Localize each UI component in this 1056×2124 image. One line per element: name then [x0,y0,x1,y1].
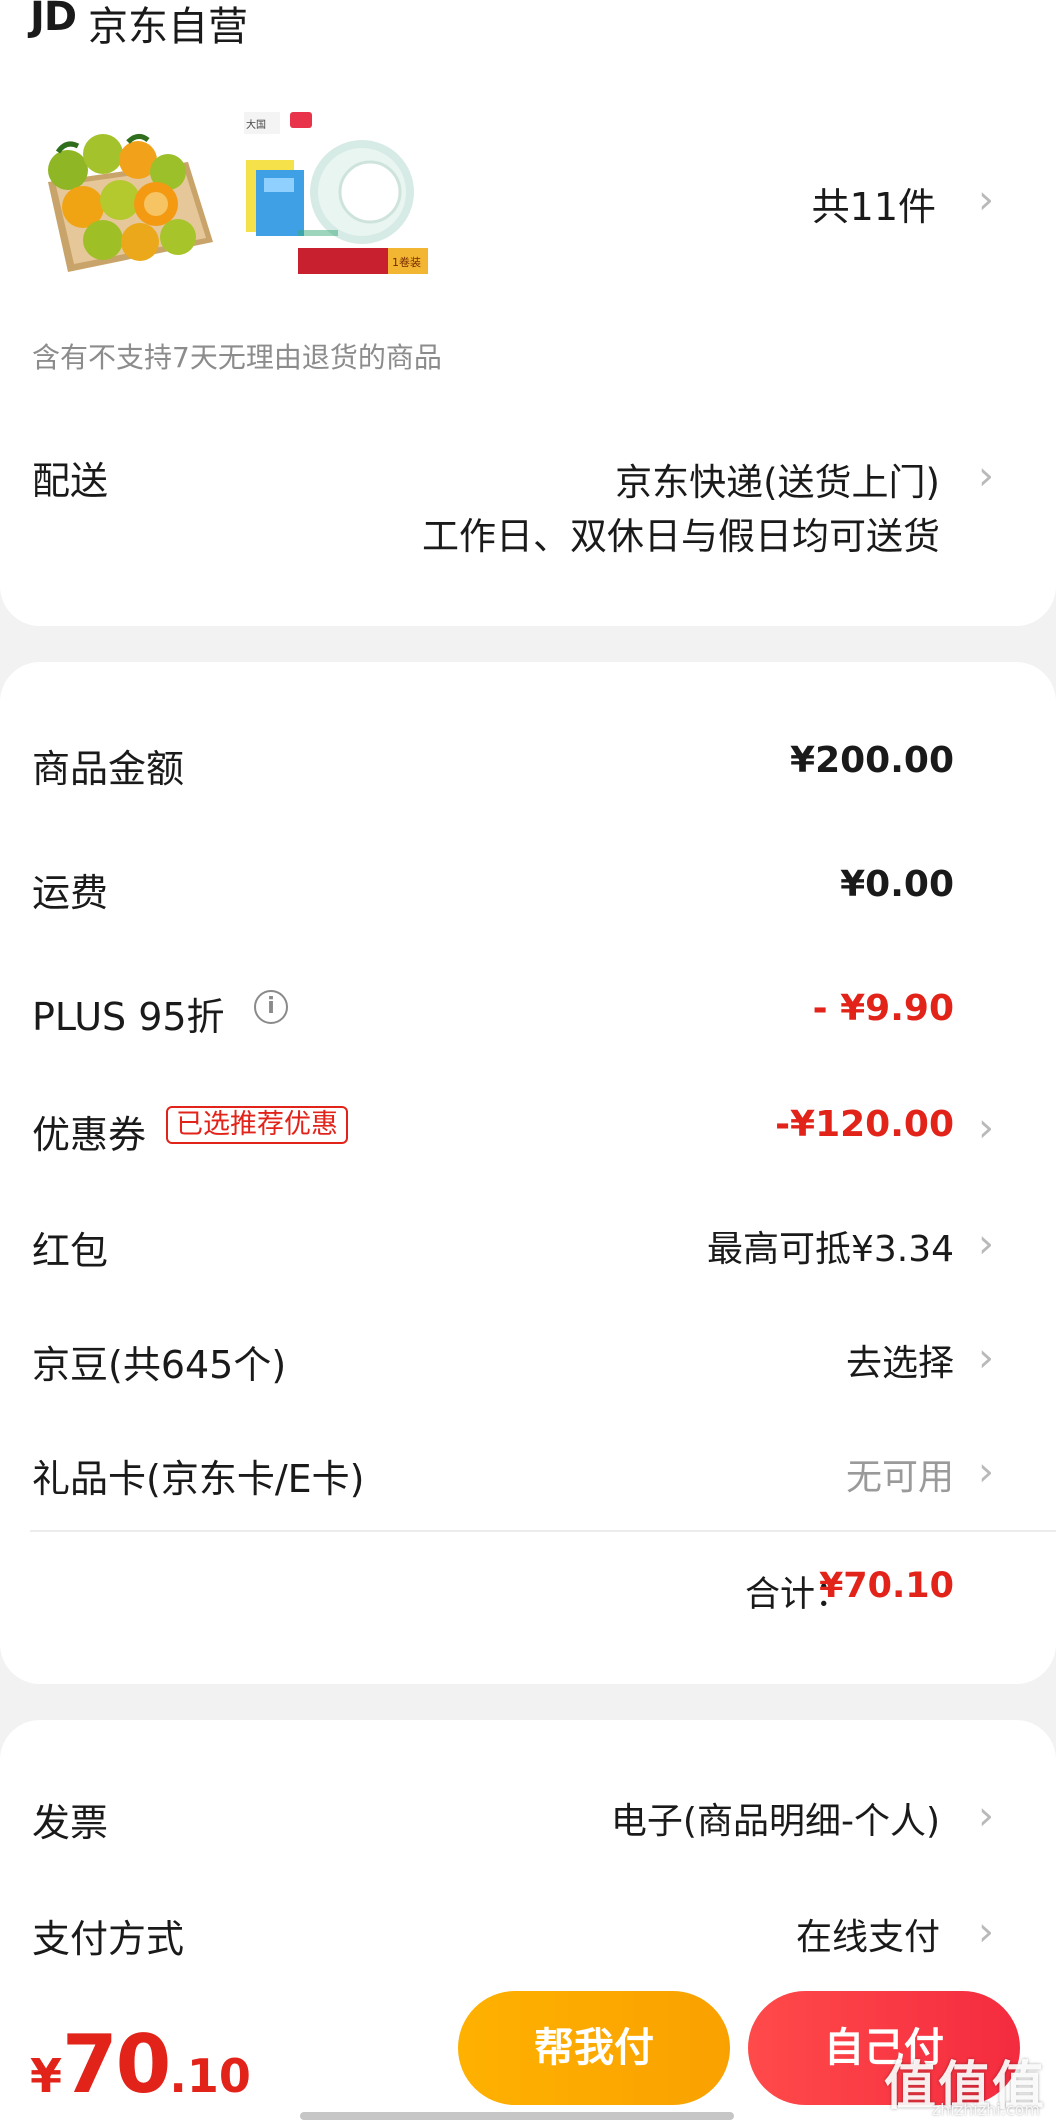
divider [30,1530,1056,1532]
currency-symbol: ¥ [30,2049,63,2103]
jd-logo: JD [30,0,77,40]
items-count[interactable]: 共11件 [812,176,936,231]
items-chevron-right-icon[interactable]: › [978,180,994,220]
shipping-chevron-right-icon[interactable]: › [978,456,994,496]
coupon-recommended-badge: 已选推荐优惠 [166,1106,348,1144]
price-decimal: .10 [169,2049,251,2103]
plus-discount-value: - ¥9.90 [812,988,954,1029]
stationery-tape-image[interactable]: 大国 1卷装 [242,112,432,288]
coupon-label: 优惠券 [32,1113,147,1157]
total-value: ¥70.10 [818,1566,954,1606]
help-pay-button[interactable]: 帮我付 [458,1991,730,2105]
jingdou-label: 京豆(共645个) [32,1343,287,1387]
info-icon[interactable]: i [254,990,288,1024]
return-policy-note: 含有不支持7天无理由退货的商品 [32,341,442,374]
price-integer: 70 [62,2018,171,2111]
gift-card-label: 礼品卡(京东卡/E卡) [32,1457,365,1501]
shop-name: 京东自营 [88,4,248,50]
coupon-value[interactable]: -¥120.00 [775,1104,954,1145]
coupon-chevron-right-icon[interactable]: › [978,1108,994,1148]
mandarin-oranges-image[interactable] [28,112,218,288]
tape-pack-label: 1卷装 [392,255,421,269]
payment-method-label: 支付方式 [32,1917,185,1961]
invoice-chevron-right-icon[interactable]: › [978,1796,994,1836]
payment-method-value[interactable]: 在线支付 [796,1908,940,1960]
invoice-value[interactable]: 电子(商品明细-个人) [611,1792,940,1844]
goods-amount-value: ¥200.00 [790,740,954,781]
red-packet-chevron-right-icon[interactable]: › [978,1224,994,1264]
shipping-days[interactable]: 工作日、双休日与假日均可送货 [422,506,940,560]
shipping-method[interactable]: 京东快递(送货上门) [615,452,940,506]
plus-discount-label: PLUS 95折 [32,995,225,1039]
shipping-label: 配送 [32,459,109,503]
bottom-total-price: ¥70.10 [30,2018,251,2111]
goods-amount-label: 商品金额 [32,747,185,791]
freight-value: ¥0.00 [840,864,954,905]
invoice-label: 发票 [32,1801,109,1845]
home-indicator[interactable] [300,2112,734,2120]
red-packet-label: 红包 [32,1229,109,1273]
payment-chevron-right-icon[interactable]: › [978,1912,994,1952]
jingdou-value[interactable]: 去选择 [846,1334,954,1386]
jingdou-chevron-right-icon[interactable]: › [978,1338,994,1378]
red-packet-value[interactable]: 最高可抵¥3.34 [707,1220,954,1272]
watermark-url: zhizhizhi.com [931,2100,1040,2119]
freight-label: 运费 [32,871,109,915]
gift-card-chevron-right-icon[interactable]: › [978,1452,994,1492]
svg-text:大国: 大国 [246,118,266,131]
gift-card-value[interactable]: 无可用 [846,1448,954,1500]
